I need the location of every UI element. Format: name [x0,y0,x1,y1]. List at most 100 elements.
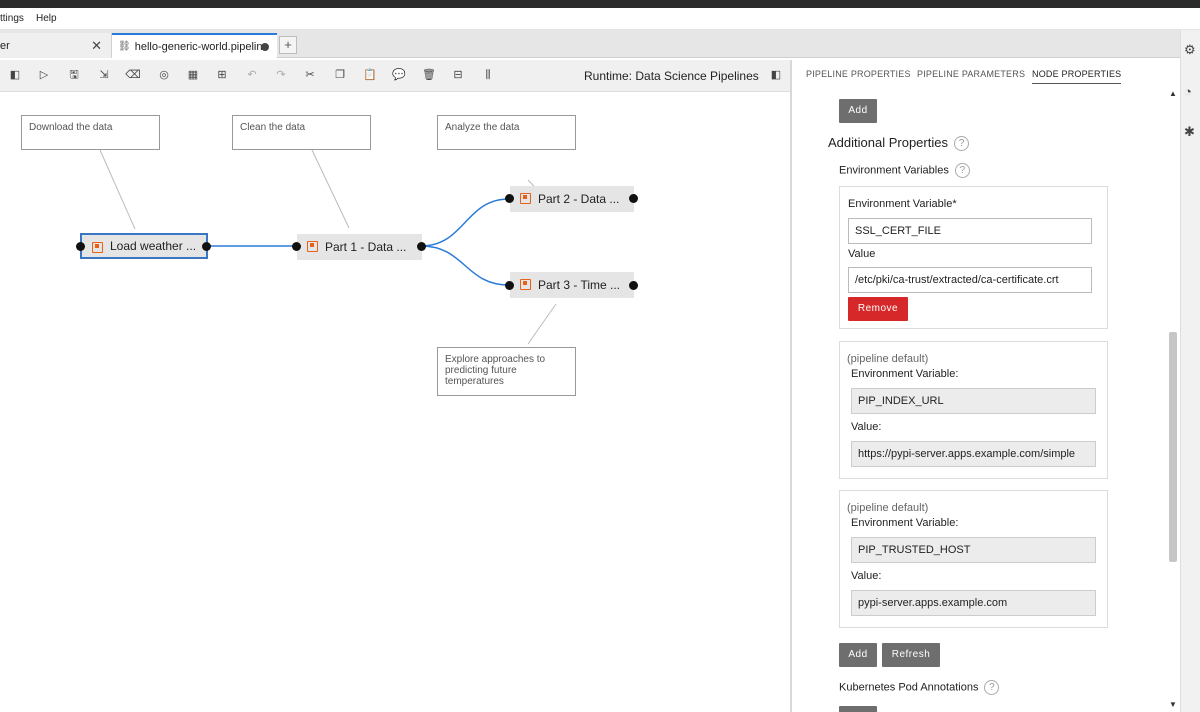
node-label: Part 2 - Data ... [538,192,620,206]
node-output-port[interactable] [202,242,211,251]
menu-help[interactable]: Help [36,13,57,24]
help-icon[interactable]: ? [954,163,970,178]
help-icon[interactable]: ? [953,136,969,152]
env-var-label: Environment Variable: [851,517,959,529]
debugger-icon[interactable]: ◔ [1184,84,1192,99]
node-output-port[interactable] [629,194,638,203]
tab-label: er [0,39,10,52]
close-icon[interactable]: ✕ [91,38,102,54]
env-var-value-input[interactable]: /etc/pki/ca-trust/extracted/ca-certifica… [848,267,1092,293]
cut-icon[interactable]: ✂ [302,67,318,83]
env-var-name-readonly: PIP_INDEX_URL [851,388,1096,414]
menu-bar: ttings Help [0,8,1200,30]
env-var-value-readonly: https://pypi-server.apps.example.com/sim… [851,441,1096,467]
unsaved-dot-icon[interactable] [261,43,269,51]
env-var-card-pip-index: (pipeline default) Environment Variable:… [839,341,1108,479]
toggle-palette-icon[interactable]: ◧ [7,67,23,83]
toggle-properties-icon[interactable]: ◧ [768,67,784,83]
node-output-port[interactable] [417,242,426,251]
scrollbar-thumb[interactable] [1169,332,1177,562]
value-label: Value: [851,570,882,582]
extension-icon[interactable]: ✱ [1184,124,1195,140]
notebook-icon [520,193,531,204]
undo-icon[interactable]: ↶ [244,67,260,83]
value-label: Value [848,248,876,260]
add-button[interactable]: Add [839,99,877,123]
arrange-horizontal-icon[interactable]: ⊟ [450,67,466,83]
comment-explore[interactable]: Explore approaches to predicting future … [437,347,576,396]
notebook-icon [92,242,103,253]
node-output-port[interactable] [629,281,638,290]
pipeline-default-label: (pipeline default) [847,353,929,365]
heading-text: Kubernetes Pod Annotations [839,681,979,694]
add-env-var-button[interactable]: Add [839,643,877,667]
tab-pipeline-parameters[interactable]: PIPELINE PARAMETERS [917,69,1025,79]
node-input-port[interactable] [76,242,85,251]
tab-pipeline[interactable]: ⛓ hello-generic-world.pipeline [112,33,277,58]
tab-label: hello-generic-world.pipeline [134,40,269,53]
tab-node-properties[interactable]: NODE PROPERTIES [1032,69,1122,84]
comment-link-clean [311,149,350,229]
comment-analyze[interactable]: Analyze the data [437,115,576,150]
env-var-value-readonly: pypi-server.apps.example.com [851,590,1096,616]
scroll-down-icon[interactable]: ▼ [1169,700,1177,709]
properties-panel: PIPELINE PROPERTIES PIPELINE PARAMETERS … [792,60,1180,712]
k8s-annotations-heading: Kubernetes Pod Annotations? [839,680,1000,695]
heading-text: Additional Properties [828,135,948,150]
node-part1[interactable]: Part 1 - Data ... [297,234,422,260]
comment-download[interactable]: Download the data [21,115,160,150]
delete-icon[interactable]: 🗑 [421,67,437,83]
node-label: Load weather ... [110,239,197,253]
notebook-icon [520,279,531,290]
save-icon[interactable]: 🖫 [66,67,82,83]
pipeline-icon: ⛓ [118,41,131,52]
help-icon[interactable]: ? [984,680,1000,695]
node-input-port[interactable] [505,281,514,290]
comment-link-explore [527,303,557,345]
env-var-label: Environment Variable: [851,368,959,380]
property-inspector-icon[interactable]: ⚙ [1184,42,1196,58]
env-var-name-readonly: PIP_TRUSTED_HOST [851,537,1096,563]
link-part1-to-part3 [420,245,510,286]
redo-icon[interactable]: ↷ [273,67,289,83]
window-top-strip [0,0,1200,8]
pipeline-canvas[interactable]: Download the data Clean the data Analyze… [0,92,790,712]
env-var-card-pip-trusted: (pipeline default) Environment Variable:… [839,490,1108,628]
add-annotation-button[interactable] [839,706,877,712]
open-components-icon[interactable]: ▦ [185,67,201,83]
comment-clean[interactable]: Clean the data [232,115,371,150]
value-label: Value: [851,421,882,433]
node-label: Part 1 - Data ... [325,240,407,254]
document-tab-bar: er ✕ ⛓ hello-generic-world.pipeline + [0,30,1180,58]
additional-properties-heading: Additional Properties? [828,135,969,152]
env-var-name-input[interactable]: SSL_CERT_FILE [848,218,1092,244]
tab-pipeline-properties[interactable]: PIPELINE PROPERTIES [806,69,911,79]
open-runtimes-icon[interactable]: ◎ [156,67,172,83]
tab-launcher[interactable]: er ✕ [0,33,112,58]
copy-icon[interactable]: ❐ [332,67,348,83]
panel-scrollbar[interactable]: ▲ ▼ [1168,89,1178,712]
paste-icon[interactable]: 📋 [362,67,378,83]
arrange-vertical-icon[interactable]: ⫼ [480,67,496,83]
node-part2[interactable]: Part 2 - Data ... [510,186,634,212]
refresh-button[interactable]: Refresh [882,643,940,667]
notebook-icon [307,241,318,252]
add-tab-button[interactable]: + [279,36,297,54]
run-icon[interactable]: ▷ [36,67,52,83]
comment-link-download [99,149,136,230]
node-part3[interactable]: Part 3 - Time ... [510,272,634,298]
env-vars-heading: Environment Variables? [839,163,970,178]
add-comment-icon[interactable]: 💬 [391,67,407,83]
node-load-weather[interactable]: Load weather ... [80,233,208,259]
export-icon[interactable]: ⇲ [96,67,112,83]
arrange-icon[interactable]: ⊞ [214,67,230,83]
scroll-up-icon[interactable]: ▲ [1169,89,1177,98]
canvas-links [99,149,557,345]
remove-button[interactable]: Remove [848,297,908,321]
node-input-port[interactable] [505,194,514,203]
clear-icon[interactable]: ⌫ [125,67,141,83]
pipeline-default-label: (pipeline default) [847,502,929,514]
menu-settings[interactable]: ttings [0,13,24,24]
node-input-port[interactable] [292,242,301,251]
right-sidebar: ⚙ ◔ ✱ [1180,30,1200,712]
